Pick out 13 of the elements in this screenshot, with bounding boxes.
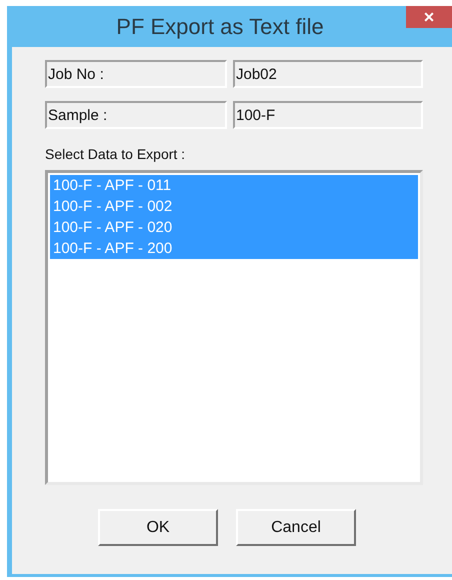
value-field: 100-F xyxy=(233,101,423,129)
close-button[interactable]: × xyxy=(406,6,452,28)
window-title: PF Export as Text file xyxy=(116,14,325,40)
list-item[interactable]: 100-F - APF - 020 xyxy=(50,217,418,238)
list-item[interactable]: 100-F - APF - 011 xyxy=(50,175,418,196)
list-item[interactable]: 100-F - APF - 200 xyxy=(50,238,418,259)
field-label: Sample : xyxy=(45,101,227,129)
list-item[interactable]: 100-F - APF - 002 xyxy=(50,196,418,217)
value-field: Job02 xyxy=(233,60,423,88)
dialog-button[interactable]: Cancel xyxy=(236,509,356,546)
dialog-button[interactable]: OK xyxy=(98,509,218,546)
list-label: Select Data to Export : xyxy=(45,146,186,162)
field-label: Job No : xyxy=(45,60,227,88)
